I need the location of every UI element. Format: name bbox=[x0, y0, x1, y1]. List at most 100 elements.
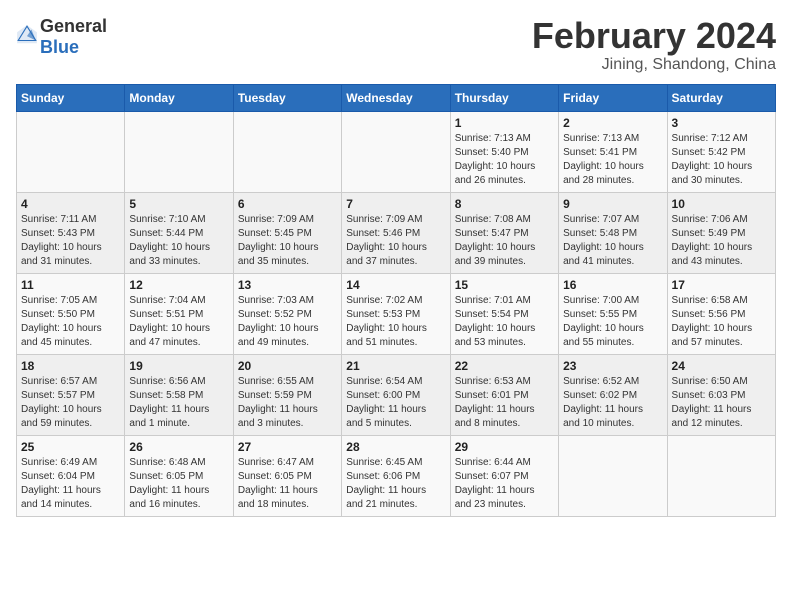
weekday-header-saturday: Saturday bbox=[667, 84, 775, 111]
day-info: Sunrise: 7:02 AM Sunset: 5:53 PM Dayligh… bbox=[346, 294, 445, 350]
day-info: Sunrise: 7:03 AM Sunset: 5:52 PM Dayligh… bbox=[238, 294, 337, 350]
day-number: 11 bbox=[21, 278, 120, 292]
calendar-cell: 4Sunrise: 7:11 AM Sunset: 5:43 PM Daylig… bbox=[17, 192, 125, 273]
day-info: Sunrise: 6:48 AM Sunset: 6:05 PM Dayligh… bbox=[129, 456, 228, 512]
calendar-cell: 17 Sunrise: 6:58 AM Sunset: 5:56 PM Dayli… bbox=[667, 273, 775, 354]
weekday-header-friday: Friday bbox=[559, 84, 667, 111]
calendar-header: SundayMondayTuesdayWednesdayThursdayFrid… bbox=[17, 84, 776, 111]
day-number: 8 bbox=[455, 197, 554, 211]
calendar-week-row: 25Sunrise: 6:49 AM Sunset: 6:04 PM Dayli… bbox=[17, 435, 776, 516]
day-number: 5 bbox=[129, 197, 228, 211]
day-number: 18 bbox=[21, 359, 120, 373]
calendar-cell: 5 Sunrise: 7:10 AM Sunset: 5:44 PM Daylig… bbox=[125, 192, 233, 273]
title-area: February 2024 Jining, Shandong, China bbox=[532, 16, 776, 74]
header: General Blue February 2024 Jining, Shand… bbox=[16, 16, 776, 74]
day-info: Sunrise: 6:47 AM Sunset: 6:05 PM Dayligh… bbox=[238, 456, 337, 512]
calendar-cell: 8 Sunrise: 7:08 AM Sunset: 5:47 PM Daylig… bbox=[450, 192, 558, 273]
logo-general-text: General bbox=[40, 16, 107, 36]
day-number: 28 bbox=[346, 440, 445, 454]
calendar-week-row: 18 Sunrise: 6:57 AM Sunset: 5:57 PM Dayli… bbox=[17, 354, 776, 435]
calendar-cell: 29 Sunrise: 6:44 AM Sunset: 6:07 PM Dayli… bbox=[450, 435, 558, 516]
day-info: Sunrise: 6:58 AM Sunset: 5:56 PM Dayligh… bbox=[672, 294, 771, 350]
calendar-cell: 24 Sunrise: 6:50 AM Sunset: 6:03 PM Dayli… bbox=[667, 354, 775, 435]
day-number: 24 bbox=[672, 359, 771, 373]
calendar-cell: 10Sunrise: 7:06 AM Sunset: 5:49 PM Dayli… bbox=[667, 192, 775, 273]
weekday-header-sunday: Sunday bbox=[17, 84, 125, 111]
calendar-cell bbox=[667, 435, 775, 516]
calendar-cell: 2 Sunrise: 7:13 AM Sunset: 5:41 PM Daylig… bbox=[559, 111, 667, 192]
day-number: 2 bbox=[563, 116, 662, 130]
calendar-cell: 22Sunrise: 6:53 AM Sunset: 6:01 PM Dayli… bbox=[450, 354, 558, 435]
weekday-header-thursday: Thursday bbox=[450, 84, 558, 111]
calendar-cell: 15Sunrise: 7:01 AM Sunset: 5:54 PM Dayli… bbox=[450, 273, 558, 354]
day-number: 29 bbox=[455, 440, 554, 454]
day-info: Sunrise: 6:54 AM Sunset: 6:00 PM Dayligh… bbox=[346, 375, 445, 431]
calendar-cell: 11 Sunrise: 7:05 AM Sunset: 5:50 PM Dayli… bbox=[17, 273, 125, 354]
day-number: 27 bbox=[238, 440, 337, 454]
day-number: 7 bbox=[346, 197, 445, 211]
day-number: 19 bbox=[129, 359, 228, 373]
calendar-cell: 27 Sunrise: 6:47 AM Sunset: 6:05 PM Dayli… bbox=[233, 435, 341, 516]
day-number: 3 bbox=[672, 116, 771, 130]
calendar-cell: 9 Sunrise: 7:07 AM Sunset: 5:48 PM Daylig… bbox=[559, 192, 667, 273]
day-info: Sunrise: 7:13 AM Sunset: 5:41 PM Dayligh… bbox=[563, 132, 662, 188]
calendar-week-row: 11 Sunrise: 7:05 AM Sunset: 5:50 PM Dayli… bbox=[17, 273, 776, 354]
calendar-cell: 14 Sunrise: 7:02 AM Sunset: 5:53 PM Dayli… bbox=[342, 273, 450, 354]
calendar-cell bbox=[125, 111, 233, 192]
day-info: Sunrise: 7:01 AM Sunset: 5:54 PM Dayligh… bbox=[455, 294, 554, 350]
weekday-header-tuesday: Tuesday bbox=[233, 84, 341, 111]
day-info: Sunrise: 6:49 AM Sunset: 6:04 PM Dayligh… bbox=[21, 456, 120, 512]
weekday-header-monday: Monday bbox=[125, 84, 233, 111]
weekday-header-wednesday: Wednesday bbox=[342, 84, 450, 111]
calendar-cell: 16 Sunrise: 7:00 AM Sunset: 5:55 PM Dayli… bbox=[559, 273, 667, 354]
day-info: Sunrise: 7:04 AM Sunset: 5:51 PM Dayligh… bbox=[129, 294, 228, 350]
calendar-cell: 1 Sunrise: 7:13 AM Sunset: 5:40 PM Daylig… bbox=[450, 111, 558, 192]
calendar-cell: 13 Sunrise: 7:03 AM Sunset: 5:52 PM Dayli… bbox=[233, 273, 341, 354]
calendar-cell: 28 Sunrise: 6:45 AM Sunset: 6:06 PM Dayli… bbox=[342, 435, 450, 516]
day-number: 12 bbox=[129, 278, 228, 292]
day-info: Sunrise: 7:07 AM Sunset: 5:48 PM Dayligh… bbox=[563, 213, 662, 269]
day-number: 13 bbox=[238, 278, 337, 292]
day-number: 1 bbox=[455, 116, 554, 130]
calendar-table: SundayMondayTuesdayWednesdayThursdayFrid… bbox=[16, 84, 776, 517]
main-title: February 2024 bbox=[532, 16, 776, 56]
day-number: 16 bbox=[563, 278, 662, 292]
day-info: Sunrise: 7:10 AM Sunset: 5:44 PM Dayligh… bbox=[129, 213, 228, 269]
day-number: 10 bbox=[672, 197, 771, 211]
logo-blue-text: Blue bbox=[40, 37, 79, 57]
calendar-cell: 25Sunrise: 6:49 AM Sunset: 6:04 PM Dayli… bbox=[17, 435, 125, 516]
day-number: 9 bbox=[563, 197, 662, 211]
day-info: Sunrise: 7:00 AM Sunset: 5:55 PM Dayligh… bbox=[563, 294, 662, 350]
calendar-cell: 12 Sunrise: 7:04 AM Sunset: 5:51 PM Dayli… bbox=[125, 273, 233, 354]
day-number: 20 bbox=[238, 359, 337, 373]
day-info: Sunrise: 6:53 AM Sunset: 6:01 PM Dayligh… bbox=[455, 375, 554, 431]
day-info: Sunrise: 7:09 AM Sunset: 5:45 PM Dayligh… bbox=[238, 213, 337, 269]
day-info: Sunrise: 6:50 AM Sunset: 6:03 PM Dayligh… bbox=[672, 375, 771, 431]
logo: General Blue bbox=[16, 16, 107, 58]
calendar-week-row: 4Sunrise: 7:11 AM Sunset: 5:43 PM Daylig… bbox=[17, 192, 776, 273]
calendar-cell: 19Sunrise: 6:56 AM Sunset: 5:58 PM Dayli… bbox=[125, 354, 233, 435]
calendar-cell bbox=[17, 111, 125, 192]
day-info: Sunrise: 6:44 AM Sunset: 6:07 PM Dayligh… bbox=[455, 456, 554, 512]
calendar-cell: 7Sunrise: 7:09 AM Sunset: 5:46 PM Daylig… bbox=[342, 192, 450, 273]
day-number: 6 bbox=[238, 197, 337, 211]
day-info: Sunrise: 6:57 AM Sunset: 5:57 PM Dayligh… bbox=[21, 375, 120, 431]
day-number: 21 bbox=[346, 359, 445, 373]
day-info: Sunrise: 7:13 AM Sunset: 5:40 PM Dayligh… bbox=[455, 132, 554, 188]
calendar-cell: 23Sunrise: 6:52 AM Sunset: 6:02 PM Dayli… bbox=[559, 354, 667, 435]
day-info: Sunrise: 6:52 AM Sunset: 6:02 PM Dayligh… bbox=[563, 375, 662, 431]
day-info: Sunrise: 7:05 AM Sunset: 5:50 PM Dayligh… bbox=[21, 294, 120, 350]
calendar-cell: 18 Sunrise: 6:57 AM Sunset: 5:57 PM Dayli… bbox=[17, 354, 125, 435]
day-number: 14 bbox=[346, 278, 445, 292]
weekday-header-row: SundayMondayTuesdayWednesdayThursdayFrid… bbox=[17, 84, 776, 111]
day-info: Sunrise: 7:11 AM Sunset: 5:43 PM Dayligh… bbox=[21, 213, 120, 269]
day-number: 17 bbox=[672, 278, 771, 292]
calendar-cell: 6 Sunrise: 7:09 AM Sunset: 5:45 PM Daylig… bbox=[233, 192, 341, 273]
calendar-week-row: 1 Sunrise: 7:13 AM Sunset: 5:40 PM Daylig… bbox=[17, 111, 776, 192]
day-info: Sunrise: 6:45 AM Sunset: 6:06 PM Dayligh… bbox=[346, 456, 445, 512]
calendar-cell: 21 Sunrise: 6:54 AM Sunset: 6:00 PM Dayli… bbox=[342, 354, 450, 435]
calendar-cell: 26Sunrise: 6:48 AM Sunset: 6:05 PM Dayli… bbox=[125, 435, 233, 516]
calendar-cell bbox=[233, 111, 341, 192]
calendar-cell bbox=[342, 111, 450, 192]
day-info: Sunrise: 7:08 AM Sunset: 5:47 PM Dayligh… bbox=[455, 213, 554, 269]
